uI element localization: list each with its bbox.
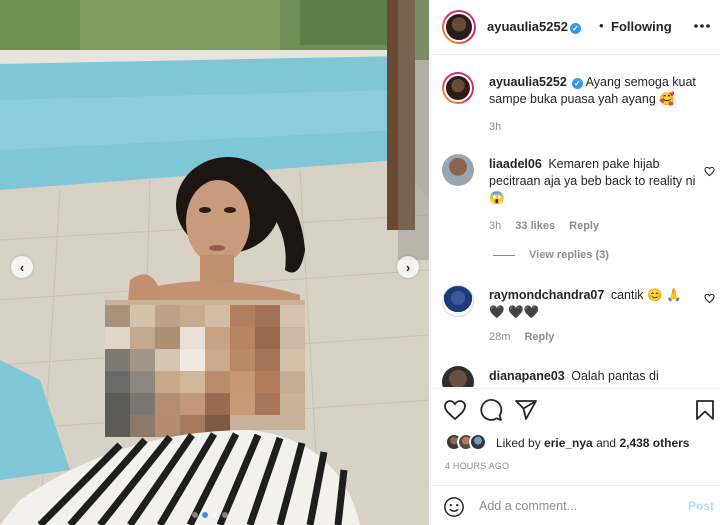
bookmark-icon[interactable] — [693, 398, 717, 422]
next-slide-button[interactable]: › — [397, 256, 419, 278]
comment-username[interactable]: liaadel06 — [489, 157, 542, 171]
comment-username[interactable]: dianapane03 — [489, 369, 565, 383]
add-comment-input[interactable] — [479, 496, 679, 516]
more-horizontal-icon — [694, 24, 710, 28]
post-actions: Liked by erie_nya and 2,438 others 4 HOU… — [431, 388, 720, 525]
emoji-icon[interactable] — [443, 496, 465, 518]
comment-time: 28m — [489, 331, 511, 343]
like-comment-icon[interactable] — [704, 166, 715, 177]
commenter-avatar[interactable] — [442, 366, 474, 387]
liked-by-text: Liked by erie_nya and 2,438 others — [496, 436, 689, 450]
comment-text-block: dianapane03 Oalah pantas di — [489, 368, 697, 385]
carousel-dot — [212, 512, 218, 518]
carousel-dot-active — [202, 512, 208, 518]
owner-avatar[interactable] — [442, 10, 476, 44]
post-photo — [0, 0, 429, 525]
carousel-indicator — [192, 512, 228, 518]
add-comment-bar: Post — [431, 485, 720, 525]
chevron-right-icon: › — [405, 259, 411, 275]
caption-meta: 3h — [489, 121, 512, 133]
post-timestamp[interactable]: 4 HOURS AGO — [445, 461, 509, 471]
caption-time: 3h — [489, 121, 502, 133]
reply-button[interactable]: Reply — [569, 220, 599, 232]
comment-icon[interactable] — [479, 398, 503, 422]
reply-button[interactable]: Reply — [524, 331, 554, 343]
caption-text-block: ayuaulia5252 ✓ Ayang semoga kuat sampe bu… — [489, 74, 697, 108]
comment-text: Oalah pantas di — [571, 369, 659, 383]
liked-others-link[interactable]: 2,438 others — [619, 436, 689, 450]
liked-middle: and — [592, 436, 620, 450]
caption-avatar[interactable] — [442, 72, 474, 104]
post-side-panel: ayuaulia5252 ✓ • Following ayuaulia5252 ✓ … — [430, 0, 720, 525]
view-replies-label: View replies (3) — [529, 249, 609, 261]
liked-prefix: Liked by — [496, 436, 545, 450]
following-button[interactable]: Following — [611, 19, 672, 34]
liker-avatar — [469, 433, 487, 451]
header-separator: • — [599, 18, 604, 33]
previous-slide-button[interactable]: ‹ — [11, 256, 33, 278]
verified-badge-icon: ✓ — [571, 78, 583, 89]
carousel-dot — [192, 512, 198, 518]
heart-icon[interactable] — [443, 398, 467, 422]
likes-summary: Liked by erie_nya and 2,438 others — [445, 433, 715, 453]
comment-meta: 28m Reply — [489, 331, 565, 343]
caption-username[interactable]: ayuaulia5252 — [489, 75, 567, 89]
like-comment-icon[interactable] — [704, 293, 715, 304]
more-options-button[interactable] — [693, 16, 711, 34]
share-icon[interactable] — [514, 398, 538, 422]
owner-username: ayuaulia5252 — [487, 19, 568, 34]
comment-meta: 3h 33 likes Reply — [489, 220, 610, 232]
comment-text-block: raymondchandra07 cantik 😊 🙏 🖤 🖤🖤 — [489, 287, 697, 321]
owner-username-link[interactable]: ayuaulia5252 ✓ — [487, 19, 581, 34]
comments-list[interactable]: ayuaulia5252 ✓ Ayang semoga kuat sampe bu… — [431, 56, 720, 387]
post-header: ayuaulia5252 ✓ • Following — [431, 0, 720, 55]
comment-username[interactable]: raymondchandra07 — [489, 288, 604, 302]
view-replies-button[interactable]: View replies (3) — [493, 249, 609, 261]
carousel-dot — [222, 512, 228, 518]
liked-by-user[interactable]: erie_nya — [544, 436, 593, 450]
comment-likes[interactable]: 33 likes — [515, 220, 555, 232]
comment-time: 3h — [489, 220, 502, 232]
view-replies-line — [493, 254, 515, 256]
post-media[interactable]: ‹ › — [0, 0, 429, 525]
commenter-avatar[interactable] — [442, 285, 474, 317]
commenter-avatar[interactable] — [442, 154, 474, 186]
post-comment-button[interactable]: Post — [688, 499, 714, 513]
comment-text-block: liaadel06 Kemaren pake hijab pecitraan a… — [489, 156, 697, 207]
chevron-left-icon: ‹ — [19, 259, 25, 275]
verified-badge-icon: ✓ — [569, 23, 581, 34]
